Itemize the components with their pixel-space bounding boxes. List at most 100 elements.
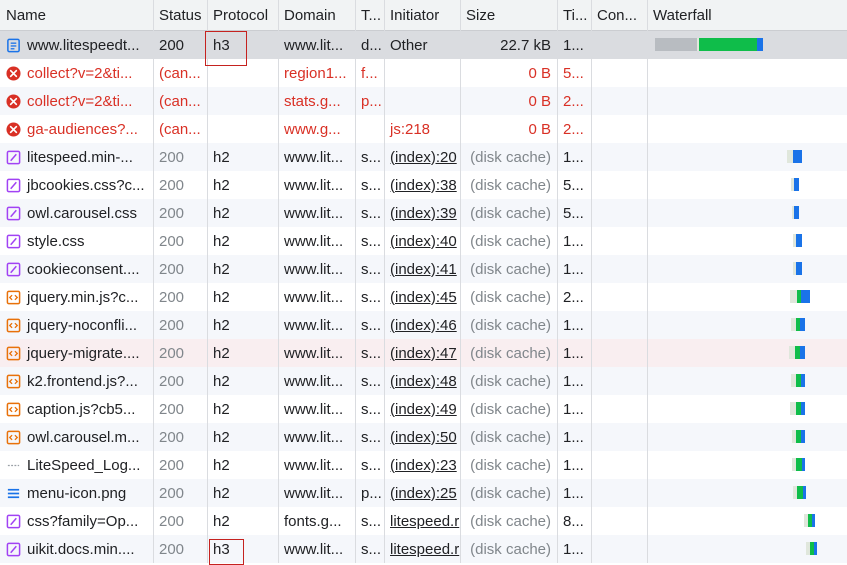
cell-initiator[interactable]: (index):46 [384, 311, 460, 339]
cell-type: f... [361, 64, 378, 82]
cell-name[interactable]: css?family=Op... [0, 507, 153, 535]
cell-initiator[interactable]: (index):39 [384, 199, 460, 227]
table-row[interactable]: litespeed.min-... 200 h2 www.lit... s... (ind… [0, 143, 847, 171]
cell-name[interactable]: ga-audiences?... [0, 115, 153, 143]
cell-initiator[interactable]: litespeed.r [384, 535, 460, 563]
cell-type: p... [361, 92, 382, 110]
table-row[interactable]: jbcookies.css?c... 200 h2 www.lit... s... (in… [0, 171, 847, 199]
cell-time: 2... [563, 92, 584, 110]
cell-initiator[interactable]: (index):48 [384, 367, 460, 395]
cell-name[interactable]: www.litespeedt... [0, 31, 153, 59]
cell-name[interactable]: jbcookies.css?c... [0, 171, 153, 199]
table-row[interactable]: LiteSpeed_Log... 200 h2 www.lit... s... (inde… [0, 451, 847, 479]
cell-name[interactable]: jquery.min.js?c... [0, 283, 153, 311]
table-row[interactable]: ga-audiences?... (can... www.g... js:218 0 B… [0, 115, 847, 143]
cell-status: 200 [159, 36, 185, 54]
header-name[interactable]: Name [0, 0, 153, 30]
column-divider[interactable] [557, 0, 558, 563]
stylesheet-icon [6, 234, 27, 249]
cell-domain: www.lit... [284, 288, 344, 306]
column-divider[interactable] [460, 0, 461, 563]
waterfall-bar [802, 458, 805, 471]
header-connection[interactable]: Con... [591, 0, 647, 30]
cell-initiator[interactable]: (index):50 [384, 423, 460, 451]
table-row[interactable]: jquery.min.js?c... 200 h2 www.lit... s... (in… [0, 283, 847, 311]
error-icon [6, 93, 27, 109]
cell-name[interactable]: owl.carousel.m... [0, 423, 153, 451]
cell-initiator[interactable]: (index):38 [384, 171, 460, 199]
waterfall-bar [800, 318, 805, 331]
cell-status: 200 [159, 288, 185, 306]
cell-initiator[interactable]: (index):23 [384, 451, 460, 479]
cell-type: s... [361, 260, 382, 278]
table-row[interactable]: cookieconsent.... 200 h2 www.lit... s... (ind… [0, 255, 847, 283]
table-row[interactable]: jquery-migrate.... 200 h2 www.lit... s... (in… [0, 339, 847, 367]
table-row[interactable]: style.css 200 h2 www.lit... s... (index):40 (d… [0, 227, 847, 255]
column-divider[interactable] [278, 0, 279, 563]
cell-domain: stats.g... [284, 92, 341, 110]
cell-connection [591, 367, 647, 395]
cell-name[interactable]: uikit.docs.min.... [0, 535, 153, 563]
cell-protocol: h2 [213, 344, 230, 362]
column-divider[interactable] [153, 0, 154, 563]
cell-name[interactable]: cookieconsent.... [0, 255, 153, 283]
header-domain[interactable]: Domain [278, 0, 355, 30]
stylesheet-icon [6, 150, 27, 165]
cell-connection [591, 507, 647, 535]
column-divider[interactable] [207, 0, 208, 563]
cell-time: 1... [563, 232, 584, 250]
cell-name[interactable]: menu-icon.png [0, 479, 153, 507]
cell-type: p... [361, 484, 382, 502]
column-divider[interactable] [384, 0, 385, 563]
cell-connection [591, 423, 647, 451]
table-row[interactable]: css?family=Op... 200 h2 fonts.g... s... lites… [0, 507, 847, 535]
cell-initiator[interactable]: (index):41 [384, 255, 460, 283]
header-time[interactable]: Ti... [557, 0, 591, 30]
header-initiator[interactable]: Initiator [384, 0, 460, 30]
header-size[interactable]: Size [460, 0, 557, 30]
column-divider[interactable] [355, 0, 356, 563]
cell-name[interactable]: caption.js?cb5... [0, 395, 153, 423]
cell-name[interactable]: jquery-migrate.... [0, 339, 153, 367]
cell-initiator[interactable]: litespeed.r [384, 507, 460, 535]
table-row[interactable]: collect?v=2&ti... (can... region1... f... 0 … [0, 59, 847, 87]
cell-initiator[interactable]: (index):47 [384, 339, 460, 367]
cell-initiator[interactable]: (index):20 [384, 143, 460, 171]
column-divider[interactable] [647, 0, 648, 563]
cell-initiator[interactable]: (index):45 [384, 283, 460, 311]
cell-name[interactable]: collect?v=2&ti... [0, 59, 153, 87]
cell-name[interactable]: k2.frontend.js?... [0, 367, 153, 395]
table-row[interactable]: www.litespeedt... 200 h3 www.lit... d... Othe… [0, 31, 847, 59]
cell-name[interactable]: litespeed.min-... [0, 143, 153, 171]
request-name: uikit.docs.min.... [27, 540, 135, 558]
cell-name[interactable]: style.css [0, 227, 153, 255]
cell-name[interactable]: collect?v=2&ti... [0, 87, 153, 115]
cell-connection [591, 451, 647, 479]
column-divider[interactable] [591, 0, 592, 563]
table-row[interactable]: jquery-noconfli... 200 h2 www.lit... s... (in… [0, 311, 847, 339]
header-protocol[interactable]: Protocol [207, 0, 278, 30]
cell-name[interactable]: LiteSpeed_Log... [0, 451, 153, 479]
cell-waterfall [647, 367, 847, 395]
table-row[interactable]: caption.js?cb5... 200 h2 www.lit... s... (ind… [0, 395, 847, 423]
cell-initiator[interactable]: (index):40 [384, 227, 460, 255]
request-name: style.css [27, 232, 85, 250]
header-status[interactable]: Status [153, 0, 207, 30]
cell-time: 1... [563, 484, 584, 502]
table-row[interactable]: owl.carousel.css 200 h2 www.lit... s... (inde… [0, 199, 847, 227]
cell-initiator[interactable]: (index):25 [384, 479, 460, 507]
header-waterfall[interactable]: Waterfall [647, 0, 847, 30]
cell-status: 200 [159, 456, 185, 474]
table-row[interactable]: k2.frontend.js?... 200 h2 www.lit... s... (in… [0, 367, 847, 395]
table-row[interactable]: owl.carousel.m... 200 h2 www.lit... s... (ind… [0, 423, 847, 451]
table-row[interactable]: collect?v=2&ti... (can... stats.g... p... 0 … [0, 87, 847, 115]
cell-name[interactable]: owl.carousel.css [0, 199, 153, 227]
header-type[interactable]: T... [355, 0, 384, 30]
cell-initiator[interactable]: (index):49 [384, 395, 460, 423]
cell-time: 1... [563, 456, 584, 474]
table-row[interactable]: uikit.docs.min.... 200 h3 www.lit... s... lit… [0, 535, 847, 563]
table-row[interactable]: menu-icon.png 200 h2 www.lit... p... (index):… [0, 479, 847, 507]
cell-name[interactable]: jquery-noconfli... [0, 311, 153, 339]
request-name: ga-audiences?... [27, 120, 138, 138]
cell-connection [591, 115, 647, 143]
